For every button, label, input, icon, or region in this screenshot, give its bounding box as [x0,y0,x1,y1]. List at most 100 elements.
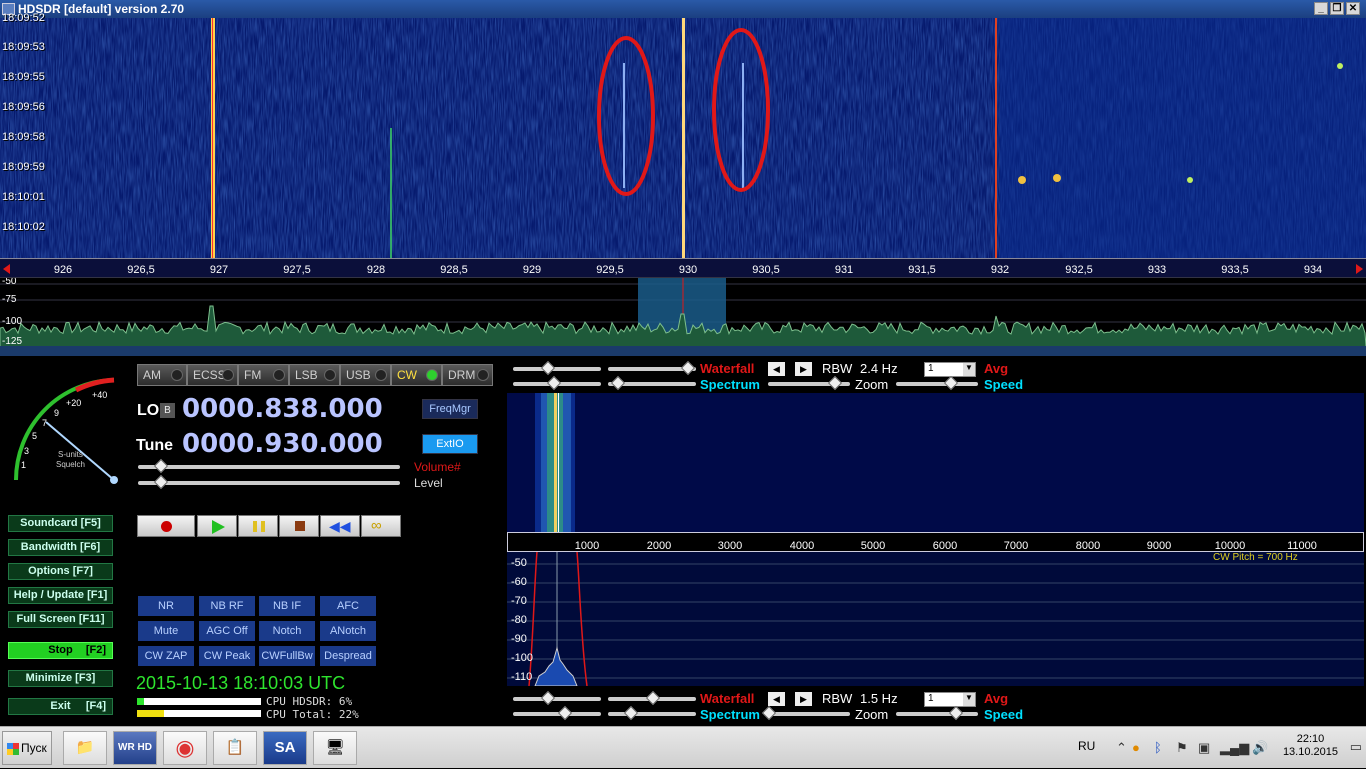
nb-rf-button[interactable]: NB RF [199,596,255,616]
spectrum-brightness-slider[interactable] [608,375,696,391]
meter-tick: 9 [54,408,59,418]
rewind-button[interactable]: ◀◀ [320,515,360,537]
slider-knob[interactable] [153,458,169,474]
timestamp: 18:09:53 [2,41,45,53]
main-spectrum[interactable]: -50 -75 -100 -125 [0,278,1366,356]
chevron-up-icon[interactable]: ⌃ [1116,740,1127,756]
rbw-down-icon[interactable]: ◀ [768,362,785,376]
language-indicator[interactable]: RU [1078,739,1095,753]
waterfall-contrast-slider[interactable] [513,360,601,376]
axis-tick: 6000 [932,540,958,552]
loop-button[interactable]: ∞ [361,515,401,537]
play-button[interactable] [197,515,237,537]
spectrum-brightness-slider-2[interactable] [608,705,696,721]
cw-zap-button[interactable]: CW ZAP [138,646,194,666]
bandwidth-button[interactable]: Bandwidth [F6] [8,539,113,556]
stop-playback-button[interactable] [279,515,319,537]
speed-slider[interactable] [896,375,978,391]
main-waterfall[interactable] [0,18,1366,258]
freqmgr-button[interactable]: FreqMgr [422,399,478,419]
soundcard-button[interactable]: Soundcard [F5] [8,515,113,532]
mode-lsb-button[interactable]: LSB [289,364,340,386]
restore-window-button[interactable]: ❐ [1330,2,1344,15]
mode-usb-button[interactable]: USB [340,364,391,386]
device-icon[interactable]: ▣ [1198,740,1210,756]
avg-select[interactable]: 1 ▼ [924,362,976,377]
freq-tick: 927 [209,264,229,276]
show-desktop-icon[interactable]: ▭ [1350,739,1362,755]
cw-peak-button[interactable]: CW Peak [199,646,255,666]
extio-button[interactable]: ExtIO [422,434,478,454]
flag-icon[interactable]: ⚑ [1176,740,1188,756]
mode-cw-button[interactable]: CW [391,364,442,386]
avg-select-2[interactable]: 1 ▼ [924,692,976,707]
start-button[interactable]: Пуск [2,731,52,765]
rbw-up-icon[interactable]: ▶ [795,692,812,706]
full-screen-button[interactable]: Full Screen [F11] [8,611,113,628]
zoom-waterfall[interactable] [507,393,1364,533]
monitor-icon[interactable]: 🖥 [313,731,357,765]
spectrum-contrast-slider-2[interactable] [513,705,601,721]
speed-slider-2[interactable] [896,705,978,721]
rbw-down-icon[interactable]: ◀ [768,692,785,706]
stop-button[interactable]: Stop [F2] [8,642,113,659]
tray-clock[interactable]: 22:10 13.10.2015 [1283,733,1338,759]
afc-button[interactable]: AFC [320,596,376,616]
mute-button[interactable]: Mute [138,621,194,641]
folder-icon[interactable]: 📁 [63,731,107,765]
timestamp: 18:09:56 [2,101,45,113]
cw-fullbw-button[interactable]: CWFullBw [259,646,315,666]
audio-spectrum-plot [507,552,1364,686]
scroll-right-icon[interactable] [1356,264,1363,274]
minimize-window-button[interactable]: _ [1314,2,1328,15]
pause-button[interactable] [238,515,278,537]
spectrum-contrast-slider[interactable] [513,375,601,391]
options-button[interactable]: Options [F7] [8,563,113,580]
mode-ecss-button[interactable]: ECSS [187,364,238,386]
record-button[interactable] [137,515,195,537]
freq-tick: 928 [366,264,386,276]
mode-drm-button[interactable]: DRM [442,364,493,386]
volume-icon[interactable]: 🔊 [1252,740,1268,756]
zoom-slider-2[interactable] [761,705,850,721]
zoom-slider[interactable] [768,375,850,391]
tray-app-icon[interactable]: ● [1132,740,1140,755]
nb-if-button[interactable]: NB IF [259,596,315,616]
freq-tick: 928,5 [440,264,468,276]
slider-knob[interactable] [153,474,169,490]
tune-frequency-display[interactable]: 0000.930.000 [182,429,383,459]
mode-fm-button[interactable]: FM [238,364,289,386]
anotch-button[interactable]: ANotch [320,621,376,641]
exit-button[interactable]: Exit [F4] [8,698,113,715]
frequency-axis[interactable]: 926 926,5 927 927,5 928 928,5 929 929,5 … [0,258,1366,278]
volume-label: Volume# [414,460,461,474]
mode-am-button[interactable]: AM [137,364,187,386]
waterfall-brightness-slider[interactable] [608,360,696,376]
volume-slider[interactable] [138,458,400,474]
axis-tick: 10000 [1214,540,1246,552]
freq-tick: 926,5 [127,264,155,276]
lo-bank-badge[interactable]: B [160,403,175,418]
s-meter[interactable]: 1 3 5 7 9 +20 +40 S-units Squelch [6,372,126,492]
network-icon[interactable]: ▂▄▆ [1220,740,1249,756]
files-icon[interactable]: 📋 [213,731,257,765]
notch-button[interactable]: Notch [259,621,315,641]
sa-icon[interactable]: SA [263,731,307,765]
waterfall-contrast-slider-2[interactable] [513,690,601,706]
despread-button[interactable]: Despread [320,646,376,666]
level-slider[interactable] [138,474,400,490]
chrome-icon[interactable]: ◉ [163,731,207,765]
agc-off-button[interactable]: AGC Off [199,621,255,641]
freq-tick: 932,5 [1065,264,1093,276]
audio-spectrum[interactable]: -50 -60 -70 -80 -90 -100 -110 CW Pitch =… [507,552,1364,686]
minimize-button[interactable]: Minimize [F3] [8,670,113,687]
help-update-button[interactable]: Help / Update [F1] [8,587,113,604]
bluetooth-icon[interactable]: ᛒ [1154,740,1162,755]
lo-frequency-display[interactable]: 0000.838.000 [182,394,383,424]
nr-button[interactable]: NR [138,596,194,616]
rbw-up-icon[interactable]: ▶ [795,362,812,376]
winrad-hd-icon[interactable]: WR HD [113,731,157,765]
close-window-button[interactable]: ✕ [1346,2,1360,15]
waterfall-brightness-slider-2[interactable] [608,690,696,706]
scroll-left-icon[interactable] [3,264,10,274]
